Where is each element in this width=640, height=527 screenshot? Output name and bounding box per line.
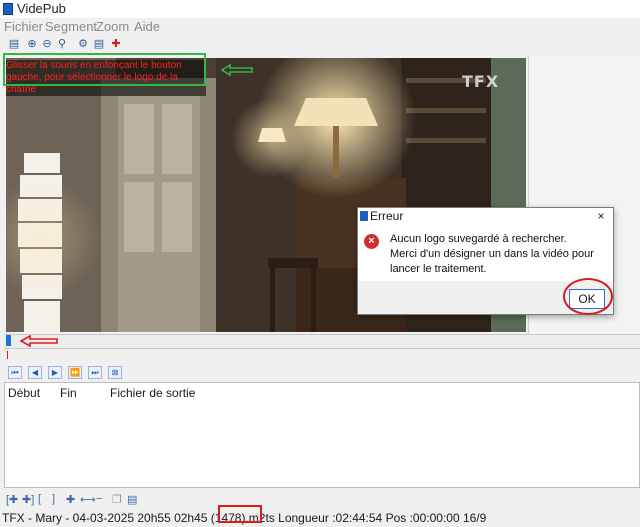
window-titlebar bbox=[0, 0, 640, 18]
close-segment-icon[interactable]: ⊠ bbox=[108, 366, 122, 379]
zoom-in-icon[interactable]: ⊕ bbox=[26, 38, 38, 50]
column-header-output: Fichier de sortie bbox=[110, 386, 196, 400]
annotation-highlight-box bbox=[3, 53, 206, 86]
play-icon[interactable]: ▶ bbox=[48, 366, 62, 379]
skip-back-icon[interactable]: ⏮ bbox=[8, 366, 22, 379]
annotation-highlight-box bbox=[218, 505, 262, 523]
error-icon: × bbox=[364, 234, 379, 249]
segment-start-icon[interactable]: [✚ bbox=[6, 493, 18, 506]
column-header-start: Début bbox=[8, 386, 41, 400]
remove-segment-icon[interactable]: − bbox=[96, 493, 102, 505]
add-icon[interactable]: ✚ bbox=[110, 38, 122, 50]
settings-icon[interactable]: ⚙ bbox=[77, 38, 89, 50]
dialog-body: × Aucun logo suvegardé à rechercher. Mer… bbox=[358, 225, 613, 281]
window-title: VidePub bbox=[17, 1, 66, 16]
dialog-message: Aucun logo suvegardé à rechercher. Merci… bbox=[390, 232, 608, 277]
zoom-out-icon[interactable]: ⊖ bbox=[41, 38, 53, 50]
timeline-cursor[interactable] bbox=[6, 335, 11, 346]
export-icon[interactable]: ▤ bbox=[93, 38, 105, 50]
annotation-highlight-ellipse bbox=[563, 278, 613, 315]
close-icon[interactable]: × bbox=[594, 209, 608, 223]
step-back-icon[interactable]: ◀ bbox=[28, 366, 42, 379]
menu-segment[interactable]: Segment bbox=[45, 19, 97, 34]
fast-forward-icon[interactable]: ⏩ bbox=[68, 366, 82, 379]
timeline-marker bbox=[7, 351, 8, 359]
annotation-arrow-icon bbox=[20, 335, 58, 347]
menu-fichier[interactable]: Fichier bbox=[4, 19, 43, 34]
channel-logo: TFX bbox=[462, 72, 500, 91]
move-segment-icon[interactable]: ⟷ bbox=[80, 493, 96, 506]
dialog-title: Erreur bbox=[370, 209, 404, 223]
segment-end-icon[interactable]: ✚] bbox=[22, 493, 34, 506]
copy-icon[interactable]: ❐ bbox=[112, 493, 122, 506]
bracket-close-icon[interactable]: ] bbox=[52, 493, 55, 505]
status-bar: TFX - Mary - 04-03-2025 20h55 02h45 (147… bbox=[0, 509, 640, 527]
column-header-end: Fin bbox=[60, 386, 77, 400]
bracket-open-icon[interactable]: [ bbox=[38, 493, 41, 505]
dialog-app-icon bbox=[360, 211, 368, 221]
dialog-message-line: Aucun logo suvegardé à rechercher. bbox=[390, 233, 567, 245]
skip-end-icon[interactable]: ⏭ bbox=[88, 366, 102, 379]
menu-zoom[interactable]: Zoom bbox=[96, 19, 129, 34]
paste-icon[interactable]: ▤ bbox=[127, 493, 137, 506]
app-icon bbox=[3, 3, 13, 15]
zoom-fit-icon[interactable]: ⚲ bbox=[56, 38, 68, 50]
timeline-slider[interactable] bbox=[4, 334, 640, 349]
add-segment-icon[interactable]: ✚ bbox=[66, 493, 75, 506]
dialog-message-line: lancer le traitement. bbox=[390, 263, 487, 275]
menu-aide[interactable]: Aide bbox=[134, 19, 160, 34]
dialog-message-line: Merci d'un désigner un dans la vidéo pou… bbox=[390, 248, 594, 260]
segments-list[interactable] bbox=[4, 382, 640, 488]
annotation-arrow-icon bbox=[221, 64, 253, 76]
open-icon[interactable]: ▤ bbox=[8, 38, 20, 50]
